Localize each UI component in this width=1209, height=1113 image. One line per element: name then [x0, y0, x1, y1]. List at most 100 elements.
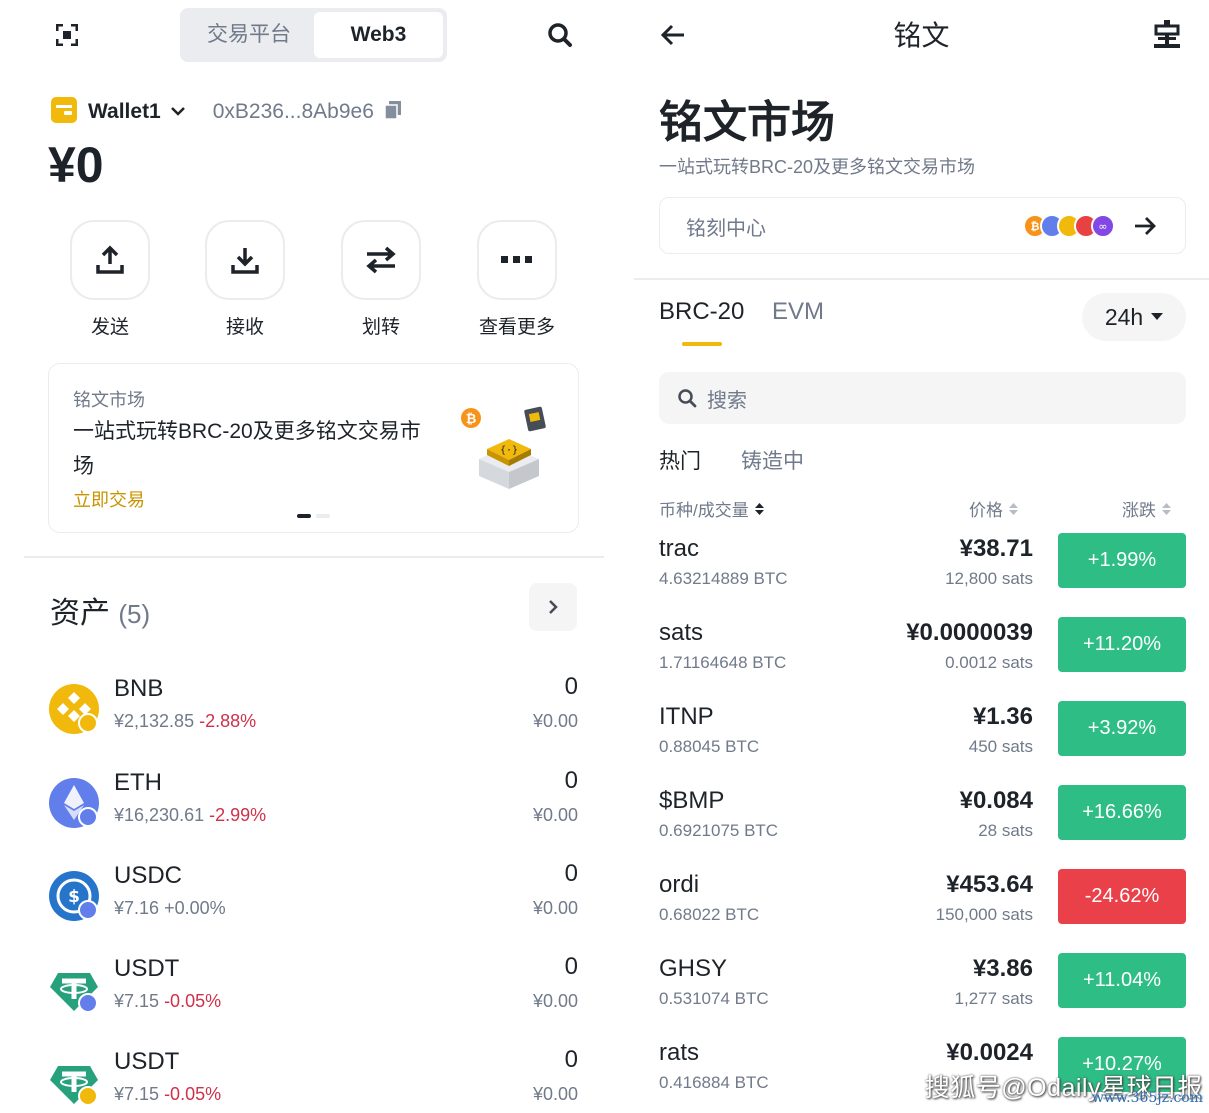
token-name: GHSY: [659, 955, 728, 982]
token-price: ¥0.084: [959, 787, 1033, 814]
token-sats: 450 sats: [968, 737, 1033, 756]
token-sats: 150,000 sats: [935, 905, 1033, 924]
eth-icon: [48, 777, 100, 829]
asset-value: ¥0.00: [532, 898, 578, 918]
svg-text:₿: ₿: [1031, 220, 1040, 233]
page-title: 铭文: [893, 20, 950, 51]
token-volume: 0.88045 BTC: [659, 737, 760, 756]
assets-more-button[interactable]: [529, 583, 577, 631]
asset-price: ¥7.15 -0.05%: [114, 991, 222, 1011]
inscription-banner[interactable]: 铭文市场 一站式玩转BRC-20及更多铭文交易市场 立即交易 {·} ₿: [48, 363, 579, 533]
market-title: 铭文市场: [659, 98, 835, 147]
wallet-selector[interactable]: Wallet1 0xB236...8Ab9e6: [50, 96, 402, 128]
asset-row[interactable]: USDT ¥7.15 -0.05% 0 ¥0.00: [48, 1046, 578, 1113]
asset-row[interactable]: BNB ¥2,132.85 -2.88% 0 ¥0.00: [48, 673, 578, 753]
market-row[interactable]: GHSY 0.531074 BTC ¥3.86 1,277 sats +11.0…: [659, 953, 1186, 1015]
tab-web3[interactable]: Web3: [314, 12, 443, 58]
search-input[interactable]: 搜索: [659, 372, 1186, 424]
assets-count: (5): [118, 599, 151, 629]
change-badge[interactable]: +1.99%: [1058, 533, 1186, 588]
total-balance: ¥0: [48, 137, 104, 193]
market-row[interactable]: ordi 0.68022 BTC ¥453.64 150,000 sats -2…: [659, 869, 1186, 931]
banner-title: 一站式玩转BRC-20及更多铭文交易市场: [73, 420, 421, 478]
asset-symbol: USDT: [114, 1048, 180, 1075]
wallet-icon: [50, 96, 78, 129]
screen-gap: [620, 0, 634, 1113]
token-sats: 28 sats: [978, 821, 1033, 840]
asset-quantity: 0: [564, 767, 578, 794]
banner-tag: 铭文市场: [73, 390, 145, 410]
token-name: sats: [659, 619, 704, 646]
token-sats: 1,277 sats: [954, 989, 1033, 1008]
token-price: ¥38.71: [959, 535, 1033, 562]
asset-row[interactable]: ETH ¥16,230.61 -2.99% 0 ¥0.00: [48, 767, 578, 847]
more-button[interactable]: 查看更多: [477, 220, 557, 339]
sort-coin-volume[interactable]: 币种/成交量: [659, 496, 764, 521]
divider: [24, 556, 604, 558]
svg-text:{·}: {·}: [500, 445, 518, 456]
tab-hot[interactable]: 热门: [659, 445, 701, 475]
token-volume: 1.71164648 BTC: [659, 653, 787, 672]
market-row[interactable]: sats 1.71164648 BTC ¥0.0000039 0.0012 sa…: [659, 617, 1186, 679]
period-select[interactable]: 24h: [1082, 293, 1186, 341]
token-volume: 0.416884 BTC: [659, 1073, 769, 1092]
asset-row[interactable]: USDT ¥7.15 -0.05% 0 ¥0.00: [48, 953, 578, 1033]
change-badge[interactable]: -24.62%: [1058, 869, 1186, 924]
asset-value: ¥0.00: [532, 711, 578, 731]
asset-price: ¥7.15 -0.05%: [114, 1084, 222, 1104]
mint-center-label: 铭刻中心: [686, 218, 766, 240]
copy-icon[interactable]: [384, 100, 402, 125]
inscription-illustration-icon: {·} ₿: [454, 404, 554, 499]
change-badge[interactable]: +16.66%: [1058, 785, 1186, 840]
market-row[interactable]: $BMP 0.6921075 BTC ¥0.084 28 sats +16.66…: [659, 785, 1186, 847]
transfer-icon: [341, 220, 421, 300]
wallet-profile-icon[interactable]: [1154, 20, 1180, 53]
asset-value: ¥0.00: [532, 805, 578, 825]
tab-evm[interactable]: EVM: [772, 298, 824, 326]
search-placeholder: 搜索: [707, 389, 747, 412]
token-volume: 0.68022 BTC: [659, 905, 760, 924]
receive-button[interactable]: 接收: [205, 220, 285, 339]
scan-icon[interactable]: [55, 23, 79, 51]
active-tab-indicator: [682, 342, 722, 346]
transfer-button[interactable]: 划转: [341, 220, 421, 339]
token-price: ¥0.0000039: [906, 619, 1033, 646]
tab-minting[interactable]: 铸造中: [741, 445, 804, 475]
usdc-icon: $: [48, 870, 100, 922]
token-volume: 4.63214889 BTC: [659, 569, 788, 588]
asset-symbol: BNB: [114, 675, 164, 702]
upload-icon: [70, 220, 150, 300]
market-row[interactable]: ITNP 0.88045 BTC ¥1.36 450 sats +3.92%: [659, 701, 1186, 763]
asset-row[interactable]: $ USDC ¥7.16 +0.00% 0 ¥0.00: [48, 860, 578, 940]
token-name: ordi: [659, 871, 700, 898]
asset-symbol: ETH: [114, 769, 162, 796]
sort-icon: [1009, 502, 1018, 515]
asset-quantity: 0: [564, 1046, 578, 1073]
chevron-down-icon: [170, 103, 185, 121]
tab-brc20[interactable]: BRC-20: [659, 298, 744, 326]
period-value: 24h: [1104, 303, 1144, 330]
change-badge[interactable]: +3.92%: [1058, 701, 1186, 756]
mode-switch: 交易平台 Web3: [180, 8, 447, 62]
search-icon[interactable]: [547, 22, 573, 53]
change-badge[interactable]: +11.04%: [1058, 953, 1186, 1008]
svg-text:$: $: [68, 887, 80, 907]
market-row[interactable]: trac 4.63214889 BTC ¥38.71 12,800 sats +…: [659, 533, 1186, 595]
send-button[interactable]: 发送: [70, 220, 150, 339]
asset-quantity: 0: [564, 860, 578, 887]
tab-exchange[interactable]: 交易平台: [184, 12, 314, 58]
chevron-right-icon: [549, 600, 558, 614]
sort-price[interactable]: 价格: [969, 496, 1018, 521]
bnb-icon: [48, 683, 100, 735]
transfer-label: 划转: [361, 317, 400, 338]
asset-quantity: 0: [564, 673, 578, 700]
assets-heading: 资产 (5): [50, 597, 151, 630]
sort-change[interactable]: 涨跌: [1122, 496, 1171, 521]
wallet-name: Wallet1: [88, 100, 161, 123]
asset-symbol: USDT: [114, 955, 180, 982]
market-subtitle: 一站式玩转BRC-20及更多铭文交易市场: [659, 157, 976, 177]
mint-center-button[interactable]: 铭刻中心 ₿ ∞: [659, 197, 1186, 254]
banner-trade-link[interactable]: 立即交易: [73, 486, 145, 512]
change-badge[interactable]: +11.20%: [1058, 617, 1186, 672]
banner-pager: [297, 514, 330, 518]
